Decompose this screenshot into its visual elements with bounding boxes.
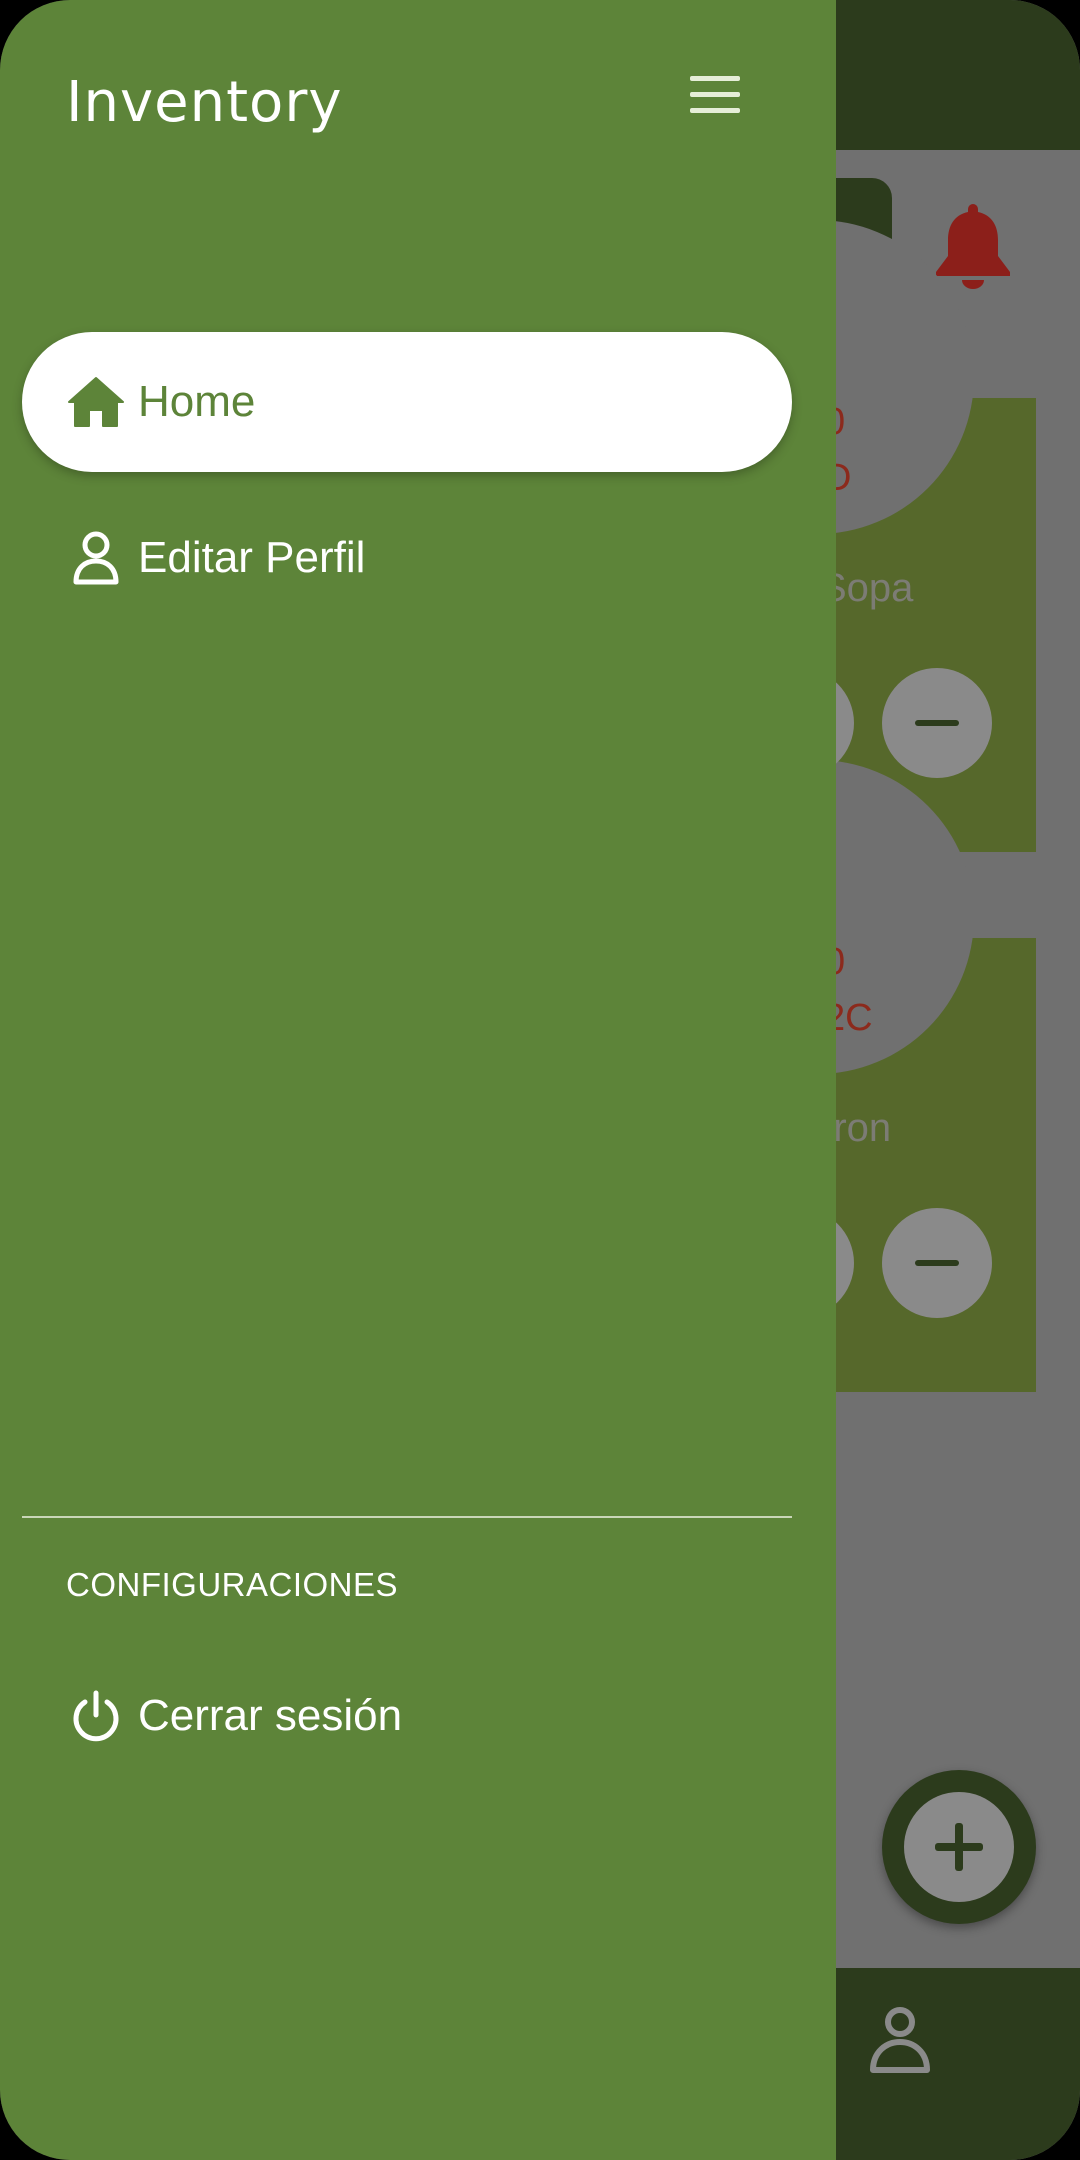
power-icon [66, 1688, 126, 1744]
minus-icon [915, 720, 959, 726]
navigation-drawer: Inventory Home Editar Perfil CONFIGURACI… [0, 0, 836, 2160]
nav-item-label: Cerrar sesión [138, 1691, 403, 1740]
add-product-fab [882, 1770, 1036, 1924]
plus-icon [935, 1823, 983, 1871]
decrement-button [882, 668, 992, 778]
minus-icon [915, 1260, 959, 1266]
menu-icon[interactable] [690, 76, 740, 114]
nav-item-label: Editar Perfil [138, 533, 366, 582]
user-icon [66, 530, 126, 586]
decrement-button [882, 1208, 992, 1318]
profile-nav-icon [870, 2007, 930, 2073]
notification-bell-icon [936, 204, 1010, 289]
logout-button[interactable]: Cerrar sesión [22, 1646, 792, 1786]
divider [22, 1516, 792, 1518]
nav-item-label: Home [138, 377, 256, 426]
nav-item-home[interactable]: Home [22, 332, 792, 472]
section-label-configuraciones: CONFIGURACIONES [66, 1566, 399, 1603]
home-icon [66, 374, 126, 430]
drawer-title: Inventory [66, 70, 343, 135]
app-screen: 0 D 0 2C Sopa rron Inventory [0, 0, 1080, 2160]
nav-item-editar-perfil[interactable]: Editar Perfil [22, 488, 792, 628]
